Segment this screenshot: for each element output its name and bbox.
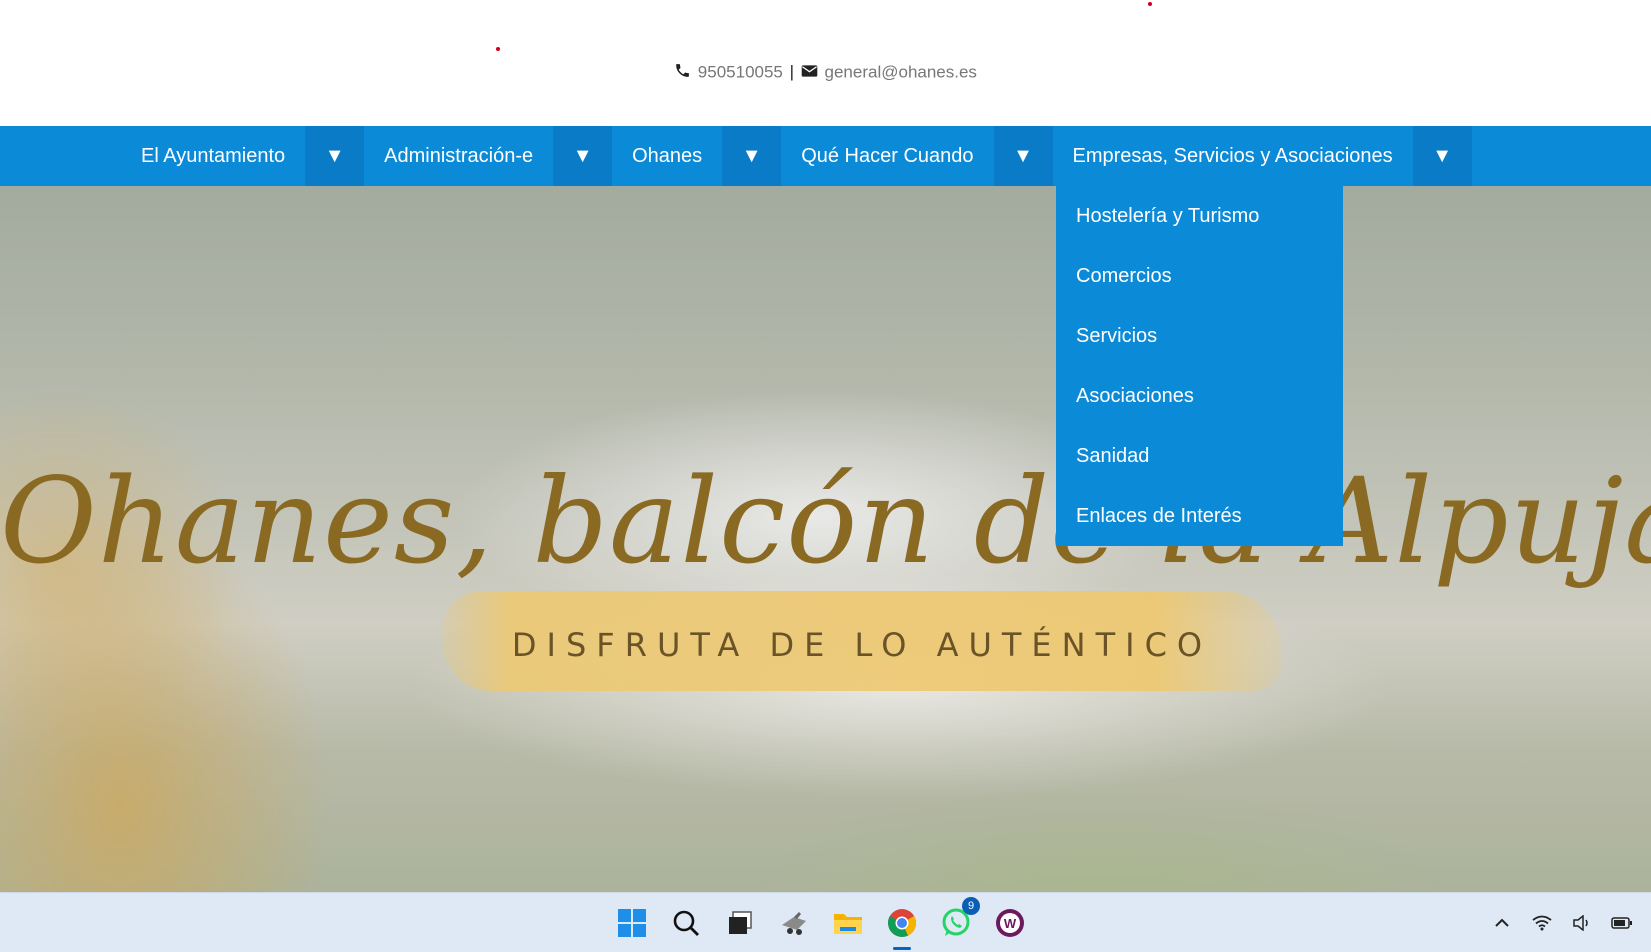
chevron-down-icon[interactable]: ▼	[722, 126, 782, 186]
nav-item-administracion: Administración-e ▼	[364, 126, 613, 186]
contact-line: 950510055 | general@ohanes.es	[0, 62, 1651, 84]
wifi-icon[interactable]	[1531, 912, 1553, 934]
nav-link-que-hacer[interactable]: Qué Hacer Cuando	[781, 126, 993, 186]
page: 950510055 | general@ohanes.es Ohanes, ba…	[0, 0, 1651, 952]
dropdown-item-sanidad[interactable]: Sanidad	[1056, 426, 1343, 486]
taskbar: 9 W	[0, 892, 1651, 952]
nav-link-administracion[interactable]: Administración-e	[364, 126, 553, 186]
nav-link-ohanes[interactable]: Ohanes	[612, 126, 722, 186]
nav-link-ayuntamiento[interactable]: El Ayuntamiento	[121, 126, 305, 186]
nav-item-ohanes: Ohanes ▼	[612, 126, 782, 186]
hero-title: Ohanes, balcón de la Alpujarra	[0, 452, 1651, 590]
w-app-icon[interactable]: W	[992, 905, 1028, 941]
dropdown-item-comercios[interactable]: Comercios	[1056, 246, 1343, 306]
nav-item-ayuntamiento: El Ayuntamiento ▼	[121, 126, 365, 186]
dropdown-menu-empresas: Hostelería y Turismo Comercios Servicios…	[1056, 186, 1343, 546]
contact-bar: 950510055 | general@ohanes.es	[0, 0, 1651, 126]
chevron-up-icon[interactable]	[1491, 912, 1513, 934]
windows-start-icon[interactable]	[614, 905, 650, 941]
whatsapp-badge: 9	[962, 897, 980, 915]
search-icon[interactable]	[668, 905, 704, 941]
battery-icon[interactable]	[1611, 912, 1633, 934]
app-icon[interactable]	[776, 905, 812, 941]
system-tray	[1491, 893, 1633, 952]
dropdown-item-hosteleria[interactable]: Hostelería y Turismo	[1056, 186, 1343, 246]
hero-banner: Ohanes, balcón de la Alpujarra DISFRUTA …	[0, 186, 1651, 892]
chrome-icon[interactable]	[884, 905, 920, 950]
envelope-icon	[801, 64, 818, 83]
dropdown-item-asociaciones[interactable]: Asociaciones	[1056, 366, 1343, 426]
taskbar-apps: 9 W	[614, 893, 1028, 952]
chevron-down-icon[interactable]: ▼	[305, 126, 365, 186]
task-view-icon[interactable]	[722, 905, 758, 941]
main-nav: El Ayuntamiento ▼ Administración-e ▼ Oha…	[0, 126, 1651, 186]
file-explorer-icon[interactable]	[830, 905, 866, 941]
chevron-down-icon[interactable]: ▼	[1412, 126, 1472, 186]
phone-link[interactable]: 950510055	[698, 62, 783, 81]
email-link[interactable]: general@ohanes.es	[825, 62, 977, 81]
dropdown-item-enlaces[interactable]: Enlaces de Interés	[1056, 486, 1343, 546]
svg-text:W: W	[1004, 916, 1017, 931]
hero-subtitle: DISFRUTA DE LO AUTÉNTICO	[511, 626, 1213, 664]
nav-item-que-hacer: Qué Hacer Cuando ▼	[781, 126, 1053, 186]
whatsapp-icon[interactable]: 9	[938, 897, 980, 941]
phone-icon	[674, 62, 691, 84]
dropdown-item-servicios[interactable]: Servicios	[1056, 306, 1343, 366]
volume-icon[interactable]	[1571, 912, 1593, 934]
nav-link-empresas[interactable]: Empresas, Servicios y Asociaciones	[1052, 126, 1413, 186]
decorative-dot	[1148, 2, 1152, 6]
nav-item-empresas: Empresas, Servicios y Asociaciones ▼	[1052, 126, 1472, 186]
nav-menu: El Ayuntamiento ▼ Administración-e ▼ Oha…	[121, 126, 1472, 186]
chevron-down-icon[interactable]: ▼	[993, 126, 1053, 186]
contact-separator: |	[789, 62, 795, 82]
decorative-dot	[496, 47, 500, 51]
chevron-down-icon[interactable]: ▼	[553, 126, 613, 186]
